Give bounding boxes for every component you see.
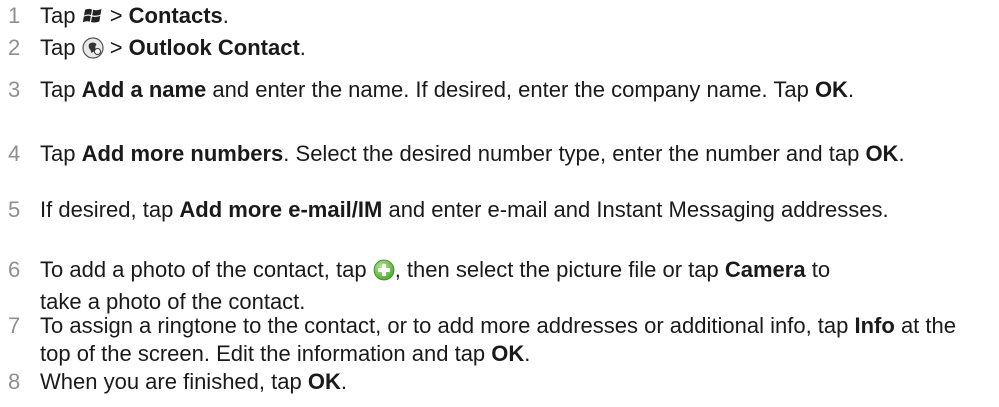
step-text: To assign a ringtone to the contact, or … — [40, 312, 980, 368]
label-info: Info — [854, 313, 895, 338]
step-text-part: > — [103, 35, 129, 60]
step-text-part: Tap — [40, 3, 82, 28]
step-text: Tap Add a name and enter the name. If de… — [40, 76, 980, 104]
step-text-part: Tap — [40, 35, 82, 60]
step-text-part: If desired, tap — [40, 197, 180, 222]
step-text-part: and enter the name. If desired, enter th… — [206, 77, 815, 102]
step-text-part: . — [898, 141, 905, 166]
step-number: 5 — [8, 197, 21, 222]
label-ok: OK — [491, 341, 525, 366]
step-text-part: to — [805, 257, 831, 282]
label-add-a-name: Add a name — [81, 77, 207, 102]
label-ok: OK — [307, 369, 341, 394]
step-text-part: . — [524, 341, 531, 366]
label-ok: OK — [814, 77, 848, 102]
label-add-more-email-im: Add more e-mail/IM — [179, 197, 383, 222]
step-number: 1 — [8, 3, 21, 28]
label-add-more-numbers: Add more numbers — [81, 141, 284, 166]
menu-label-outlook-contact: Outlook Contact — [128, 35, 300, 60]
new-contact-menu-icon — [81, 37, 104, 59]
step-text-part: To add a photo of the contact, tap — [40, 257, 373, 282]
step-text-part: When you are finished, tap — [40, 369, 308, 394]
step-text-part: . — [222, 3, 229, 28]
label-camera: Camera — [724, 257, 806, 282]
step-text: Tap Add more numbers. Select the desired… — [40, 140, 980, 168]
menu-label-contacts: Contacts — [128, 3, 223, 28]
label-ok: OK — [865, 141, 899, 166]
step-text-part: and enter e-mail and Instant Messaging a… — [382, 197, 889, 222]
step-number: 7 — [8, 313, 21, 338]
step-text-part: Tap — [40, 141, 82, 166]
add-photo-plus-icon — [373, 259, 395, 281]
step-text: If desired, tap Add more e-mail/IM and e… — [40, 196, 980, 224]
step-number: 2 — [8, 35, 21, 60]
step-text-part: Tap — [40, 77, 82, 102]
step-text: To add a photo of the contact, tap , the… — [40, 256, 980, 316]
step-text-part: , then select the picture file or tap — [394, 257, 725, 282]
step-text-part: To assign a ringtone to the contact, or … — [40, 313, 855, 338]
step-text-part: . — [340, 369, 347, 394]
step-text: Tap > Outlook Contact. — [40, 34, 980, 62]
step-number: 3 — [8, 77, 21, 102]
step-number: 4 — [8, 141, 21, 166]
step-text-part: . — [847, 77, 855, 102]
step-number: 6 — [8, 257, 21, 282]
step-text: Tap > Contacts. — [40, 2, 980, 30]
step-text-part: . — [299, 35, 306, 60]
windows-start-icon — [82, 5, 104, 27]
step-text-part: . Select the desired number type, enter … — [283, 141, 866, 166]
step-text: When you are finished, tap OK. — [40, 368, 980, 396]
step-number: 8 — [8, 369, 21, 394]
step-text-part: > — [103, 3, 129, 28]
